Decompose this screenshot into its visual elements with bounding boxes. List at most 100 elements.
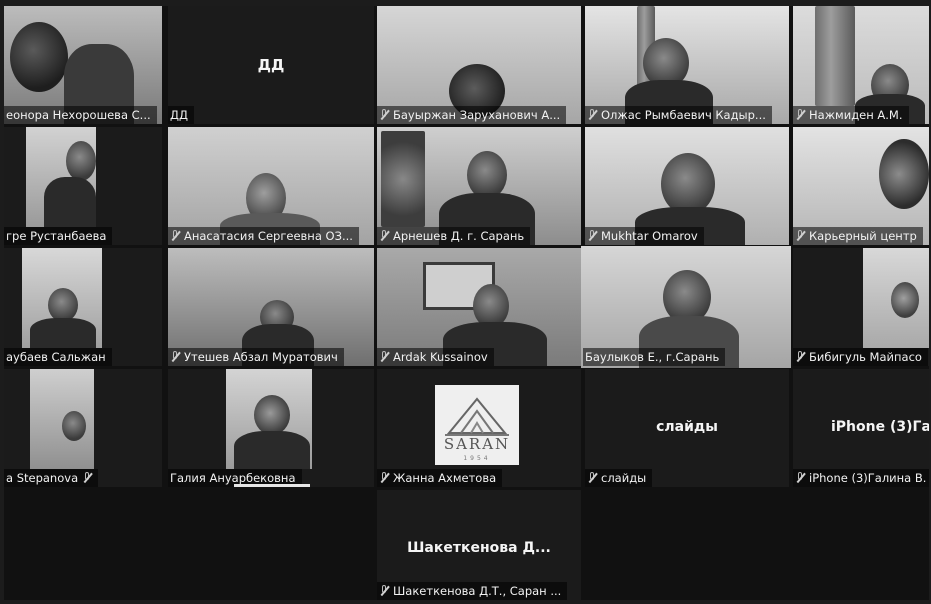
mic-muted-icon bbox=[379, 472, 389, 484]
participant-name-bar: Баулыков Е., г.Сарань bbox=[583, 348, 726, 366]
participant-tile[interactable]: Галия Ануарбековна bbox=[168, 369, 374, 487]
mic-muted-icon bbox=[587, 230, 597, 242]
mic-muted-icon bbox=[795, 230, 805, 242]
avatar-name-text: Шакеткенова Д... bbox=[407, 540, 551, 556]
participant-tile[interactable]: Бауыржан Заруханович А... bbox=[377, 6, 581, 124]
participant-name: Mukhtar Omarov bbox=[601, 229, 698, 243]
participant-name: ДД bbox=[170, 108, 188, 122]
participant-name-bar: Mukhtar Omarov bbox=[585, 227, 704, 245]
mic-muted-icon bbox=[587, 109, 597, 121]
mic-muted-icon bbox=[170, 230, 180, 242]
participant-name-bar: слайды bbox=[585, 469, 653, 487]
participant-name-bar: гре Рустанбаева bbox=[4, 227, 113, 245]
participant-tile[interactable]: SARAN 1954 Жанна Ахметова bbox=[377, 369, 581, 487]
logo-year: 1954 bbox=[463, 455, 491, 462]
avatar-name-text: ДД bbox=[257, 56, 285, 74]
participant-body bbox=[44, 177, 96, 227]
participant-tile[interactable]: Mukhtar Omarov bbox=[585, 127, 789, 245]
participant-tile[interactable]: Ardak Kussainov bbox=[377, 248, 581, 366]
participant-video bbox=[254, 395, 290, 435]
participant-video bbox=[48, 288, 78, 322]
participant-video bbox=[467, 151, 507, 199]
mic-muted-icon bbox=[587, 472, 597, 484]
participant-tile-active-speaker[interactable]: Баулыков Е., г.Сарань bbox=[581, 246, 791, 368]
participant-video bbox=[10, 22, 68, 92]
speaking-indicator bbox=[234, 484, 310, 487]
participant-name: Нажмиден А.М. bbox=[809, 108, 903, 122]
participant-video bbox=[62, 411, 86, 441]
participant-tile[interactable]: Олжас Рымбаевич Кадыр... bbox=[585, 6, 789, 124]
mic-muted-icon bbox=[379, 351, 389, 363]
mic-muted-icon bbox=[379, 230, 389, 242]
participant-name: Анасатасия Сергеевна ОЗ... bbox=[184, 229, 353, 243]
logo-text: SARAN bbox=[443, 435, 511, 453]
participant-name: Бауыржан Заруханович А... bbox=[393, 108, 561, 122]
participant-name: аубаев Сальжан bbox=[6, 350, 106, 364]
participant-video bbox=[661, 153, 715, 215]
participant-name: a Stepanova bbox=[6, 471, 79, 485]
mic-muted-icon bbox=[379, 585, 389, 597]
participant-tile[interactable]: аубаев Сальжан bbox=[4, 248, 162, 366]
participant-name-bar: Ardak Kussainov bbox=[377, 348, 494, 366]
flag-image bbox=[815, 6, 855, 106]
avatar-name-text: слайды bbox=[656, 419, 718, 435]
participant-tile[interactable]: a Stepanova bbox=[4, 369, 162, 487]
avatar-name-text: iPhone (3)Гал bbox=[831, 419, 929, 435]
participant-name: Утешев Абзал Муратович bbox=[184, 350, 338, 364]
participant-name-bar: Утешев Абзал Муратович bbox=[168, 348, 344, 366]
participant-name-bar: Бауыржан Заруханович А... bbox=[377, 106, 567, 124]
mic-muted-icon bbox=[795, 351, 805, 363]
participant-tile[interactable]: Бибигуль Майпасо bbox=[793, 248, 929, 366]
participant-name-bar: Бибигуль Майпасо bbox=[793, 348, 928, 366]
participant-name: слайды bbox=[601, 471, 647, 485]
video-grid: еонора Нехорошева С... ДД ДД Бауыржан За… bbox=[4, 6, 929, 600]
participant-name-bar: Карьерный центр bbox=[793, 227, 923, 245]
participant-name: iPhone (3)Галина В. bbox=[809, 471, 927, 485]
participant-name: Арнешев Д. г. Сарань bbox=[393, 229, 525, 243]
participant-tile[interactable]: слайды слайды bbox=[585, 369, 789, 487]
participant-tile[interactable]: Шакеткенова Д... Шакеткенова Д.Т., Саран… bbox=[377, 490, 581, 600]
mic-muted-icon bbox=[795, 109, 805, 121]
flag-image bbox=[381, 131, 425, 227]
mic-muted-icon bbox=[795, 472, 805, 484]
participant-name-bar: a Stepanova bbox=[4, 469, 99, 487]
participant-name: Карьерный центр bbox=[809, 229, 917, 243]
participant-name-bar: еонора Нехорошева С... bbox=[4, 106, 157, 124]
participant-tile[interactable]: еонора Нехорошева С... bbox=[4, 6, 162, 124]
participant-name: Шакеткенова Д.Т., Саран ... bbox=[393, 584, 562, 598]
participant-name: Баулыков Е., г.Сарань bbox=[585, 350, 720, 364]
participant-tile[interactable]: Утешев Абзал Муратович bbox=[168, 248, 374, 366]
mic-muted-icon bbox=[379, 109, 389, 121]
participant-name-bar: Жанна Ахметова bbox=[377, 469, 503, 487]
participant-name: Ardak Kussainov bbox=[393, 350, 488, 364]
participant-tile[interactable]: iPhone (3)Гал iPhone (3)Галина В. bbox=[793, 369, 929, 487]
participant-name-bar: Нажмиден А.М. bbox=[793, 106, 909, 124]
participant-video bbox=[879, 139, 929, 209]
participant-name-bar: Арнешев Д. г. Сарань bbox=[377, 227, 531, 245]
mic-muted-icon bbox=[82, 472, 92, 484]
participant-body bbox=[234, 431, 310, 469]
saran-logo: SARAN 1954 bbox=[435, 385, 519, 465]
participant-name: Жанна Ахметова bbox=[393, 471, 497, 485]
participant-video bbox=[891, 282, 919, 318]
participant-name-bar: Олжас Рымбаевич Кадыр... bbox=[585, 106, 772, 124]
participant-name: еонора Нехорошева С... bbox=[6, 108, 151, 122]
participant-tile[interactable]: гре Рустанбаева bbox=[4, 127, 162, 245]
participant-name-bar: Шакеткенова Д.Т., Саран ... bbox=[377, 582, 568, 600]
participant-body bbox=[30, 318, 96, 348]
saran-emblem-icon bbox=[445, 397, 509, 436]
participant-name-bar: аубаев Сальжан bbox=[4, 348, 112, 366]
participant-tile[interactable]: Нажмиден А.М. bbox=[793, 6, 929, 124]
participant-video bbox=[66, 141, 96, 181]
participant-tile[interactable]: Анасатасия Сергеевна ОЗ... bbox=[168, 127, 374, 245]
participant-tile[interactable]: Карьерный центр bbox=[793, 127, 929, 245]
participant-name-bar: ДД bbox=[168, 106, 194, 124]
participant-name-bar: iPhone (3)Галина В. bbox=[793, 469, 929, 487]
participant-name: Олжас Рымбаевич Кадыр... bbox=[601, 108, 766, 122]
participant-name-bar: Анасатасия Сергеевна ОЗ... bbox=[168, 227, 359, 245]
participant-tile[interactable]: ДД ДД bbox=[168, 6, 374, 124]
participant-name: гре Рустанбаева bbox=[6, 229, 107, 243]
mic-muted-icon bbox=[170, 351, 180, 363]
participant-name: Бибигуль Майпасо bbox=[809, 350, 922, 364]
participant-tile[interactable]: Арнешев Д. г. Сарань bbox=[377, 127, 581, 245]
